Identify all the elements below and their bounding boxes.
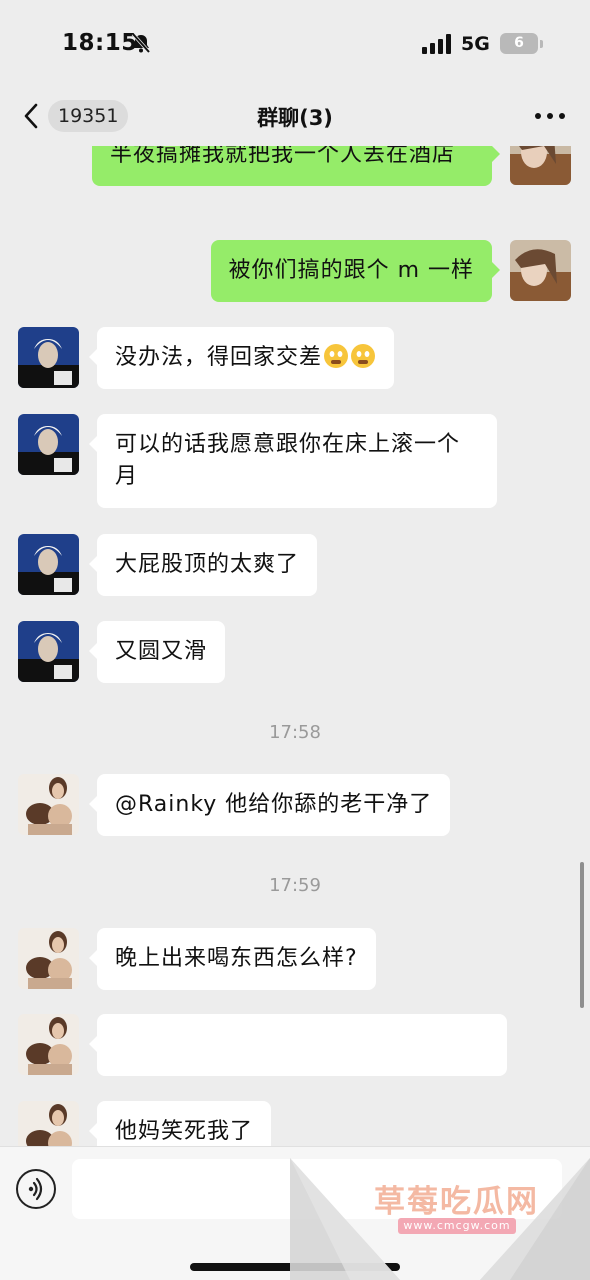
- message-text: 大屁股顶的太爽了: [115, 552, 300, 577]
- avatar-member[interactable]: [18, 534, 79, 595]
- scrollbar[interactable]: [580, 862, 584, 1008]
- message-bubble-outgoing[interactable]: 半夜搞摊我就把我一个人丢在酒店: [92, 146, 500, 186]
- back-button[interactable]: 19351: [18, 96, 130, 136]
- crying-face-emoji-icon: [324, 344, 349, 368]
- chat-screen: 18:15 5G 6 19351 群聊(3) 半夜搞摊我就把我一个人丢在酒店 被…: [0, 0, 590, 1280]
- home-indicator: [190, 1263, 400, 1271]
- message-bubble-outgoing[interactable]: 被你们搞的跟个 m 一样: [210, 240, 501, 302]
- avatar-member[interactable]: [18, 928, 79, 989]
- avatar-member[interactable]: [18, 327, 79, 388]
- battery-tip: [540, 40, 543, 48]
- avatar-member[interactable]: [18, 1014, 79, 1075]
- crying-face-emoji-icon: [351, 344, 376, 368]
- avatar-member[interactable]: [18, 1101, 79, 1146]
- message-bubble-incoming[interactable]: 没办法，得回家交差: [88, 327, 395, 389]
- message-text: 晚上出来喝东西怎么样?: [115, 946, 358, 971]
- avatar-member[interactable]: [18, 774, 79, 835]
- input-bar: [0, 1146, 590, 1280]
- status-bar: 18:15 5G 6: [0, 0, 590, 88]
- message-bubble-incoming[interactable]: 又圆又滑: [88, 621, 226, 683]
- timestamp: 17:59: [269, 875, 321, 896]
- avatar-self[interactable]: [510, 146, 571, 185]
- battery-icon: 6: [500, 33, 538, 54]
- more-button[interactable]: [530, 98, 570, 134]
- message-text: 他妈笑死我了: [115, 1119, 254, 1144]
- message-bubble-incoming[interactable]: 他妈笑死我了: [88, 1101, 272, 1146]
- status-time: 18:15: [62, 30, 138, 56]
- message-text: @Rainky 他给你舔的老干净了: [115, 792, 433, 817]
- message-text: 半夜搞摊我就把我一个人丢在酒店: [110, 146, 456, 167]
- more-icon: [535, 113, 565, 119]
- message-bubble-incoming[interactable]: 晚上出来喝东西怎么样?: [89, 928, 376, 990]
- chevron-left-icon: [24, 103, 38, 129]
- nav-bar: 19351 群聊(3): [0, 88, 590, 146]
- message-bubble-incoming[interactable]: @Rainky 他给你舔的老干净了: [88, 774, 451, 836]
- voice-button[interactable]: [16, 1169, 56, 1209]
- message-text: 被你们搞的跟个 m 一样: [228, 258, 474, 283]
- bell-slash-icon: [131, 32, 151, 54]
- message-text: 又圆又滑: [115, 639, 208, 664]
- avatar-member[interactable]: [18, 621, 79, 682]
- chat-message-list[interactable]: 半夜搞摊我就把我一个人丢在酒店 被你们搞的跟个 m 一样 没办法，得回家交差 可…: [0, 146, 590, 1146]
- avatar-self[interactable]: [510, 240, 571, 301]
- signal-icon: [422, 34, 451, 54]
- timestamp: 17:58: [269, 722, 321, 743]
- message-bubble-incoming[interactable]: 可以的话我愿意跟你在床上滚一个月: [89, 414, 497, 508]
- message-text: 没办法，得回家交差: [115, 345, 323, 370]
- voice-icon: [28, 1177, 43, 1201]
- unread-count-badge: 19351: [48, 100, 129, 132]
- battery-level: 6: [514, 35, 524, 51]
- network-label: 5G: [461, 33, 490, 55]
- message-bubble-incoming[interactable]: 大屁股顶的太爽了: [88, 534, 318, 596]
- message-input[interactable]: [72, 1159, 562, 1219]
- avatar-member[interactable]: [18, 414, 79, 475]
- message-text: 可以的话我愿意跟你在床上滚一个月: [115, 432, 461, 489]
- message-bubble-incoming[interactable]: [89, 1014, 507, 1076]
